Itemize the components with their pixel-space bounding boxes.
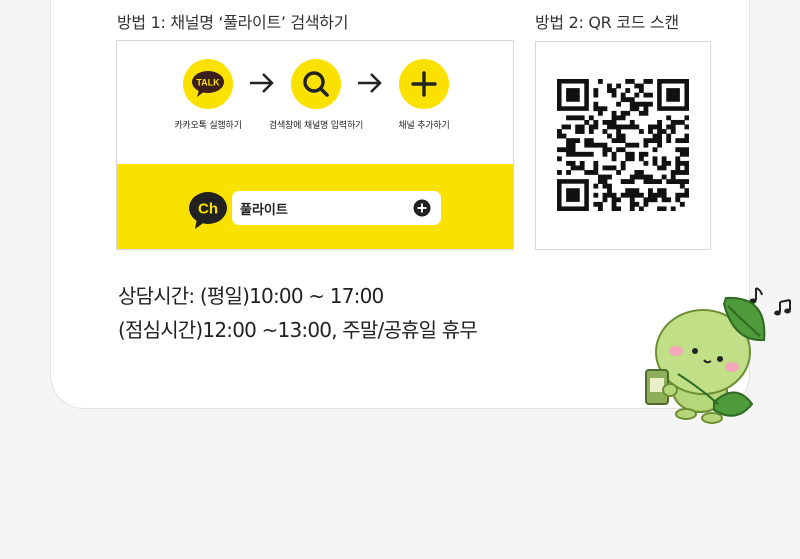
channel-search-field[interactable]: 풀라이트	[232, 191, 441, 225]
search-step-circle	[291, 59, 341, 109]
qr-panel	[535, 41, 711, 250]
kakao-channel-guide: TALK 카카오톡 실행하기 검색창에 채널명 입력하기 채널 추가하기 Ch …	[116, 40, 514, 250]
method1-title: 방법 1: 채널명 ‘풀라이트’ 검색하기	[117, 13, 349, 32]
kakaotalk-step-circle: TALK	[183, 59, 233, 109]
arrow-right-icon	[250, 73, 274, 93]
double-note-icon	[774, 299, 791, 316]
kakaotalk-icon: TALK	[192, 71, 224, 97]
plus-icon	[411, 71, 437, 97]
music-note-icon	[749, 287, 763, 304]
talk-badge-text: TALK	[196, 78, 220, 88]
method2-title: 방법 2: QR 코드 스캔	[535, 13, 679, 32]
add-channel-icon[interactable]	[413, 199, 431, 217]
consult-hours: 상담시간: (평일)10:00 ~ 17:00	[118, 284, 384, 308]
qr-code[interactable]	[557, 79, 689, 211]
step1-label: 카카오톡 실행하기	[174, 121, 242, 131]
plus-step-circle	[399, 59, 449, 109]
kakao-channel-icon: Ch	[189, 192, 227, 229]
step2-label: 검색창에 채널명 입력하기	[268, 121, 364, 131]
steps-row: TALK 카카오톡 실행하기 검색창에 채널명 입력하기 채널 추가하기	[117, 41, 513, 164]
step3-label: 채널 추가하기	[398, 121, 450, 131]
arrow-right-icon	[358, 73, 382, 93]
channel-name-value: 풀라이트	[240, 203, 288, 218]
channel-search-band: Ch 풀라이트	[117, 164, 513, 249]
lunch-hours: (점심시간)12:00 ~13:00, 주말/공휴일 휴무	[118, 318, 478, 342]
mascot-illustration	[645, 287, 791, 424]
channel-badge-text: Ch	[198, 201, 218, 218]
search-icon	[303, 71, 329, 97]
